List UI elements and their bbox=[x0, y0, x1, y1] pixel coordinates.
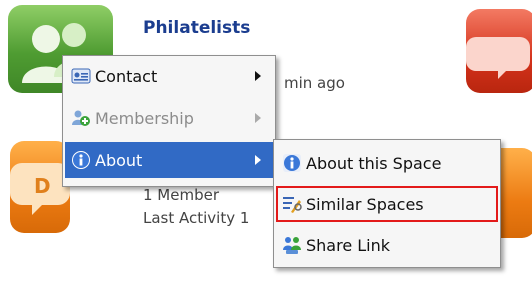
menu-item-about-this-space[interactable]: About this Space bbox=[276, 145, 498, 181]
space-icon-right-top[interactable] bbox=[466, 9, 532, 93]
menu-item-about[interactable]: About bbox=[65, 142, 273, 178]
space-context-menu: Contact Membership About bbox=[62, 55, 276, 187]
menu-item-similar-spaces[interactable]: Similar Spaces bbox=[276, 186, 498, 222]
bubble-letter-icon: D bbox=[34, 174, 51, 198]
last-activity-text: Last Activity 1 bbox=[143, 209, 250, 227]
info-icon bbox=[282, 153, 302, 173]
contact-card-icon bbox=[71, 66, 91, 86]
similar-spaces-icon bbox=[282, 194, 302, 214]
space-title-philatelists[interactable]: Philatelists bbox=[143, 18, 250, 38]
menu-item-label: About bbox=[95, 150, 143, 170]
last-activity-text: min ago bbox=[284, 74, 345, 92]
menu-item-contact[interactable]: Contact bbox=[65, 58, 273, 94]
submenu-arrow-icon bbox=[255, 155, 261, 165]
submenu-arrow-icon bbox=[255, 113, 261, 123]
menu-item-label: Similar Spaces bbox=[306, 194, 424, 214]
member-count-text: 1 Member bbox=[143, 186, 220, 204]
menu-item-share-link[interactable]: Share Link bbox=[276, 227, 498, 263]
submenu-arrow-icon bbox=[255, 71, 261, 81]
menu-item-label: Contact bbox=[95, 66, 158, 86]
menu-item-membership[interactable]: Membership bbox=[65, 100, 273, 136]
space-icon-second[interactable]: D bbox=[10, 141, 70, 233]
menu-item-label: Membership bbox=[95, 108, 194, 128]
menu-item-label: Share Link bbox=[306, 235, 391, 255]
about-submenu: About this Space Similar Spaces Share Li… bbox=[273, 139, 501, 268]
membership-icon bbox=[71, 108, 91, 128]
info-icon bbox=[71, 150, 91, 170]
speech-bubble-icon bbox=[466, 37, 530, 79]
share-link-icon bbox=[282, 235, 302, 255]
speech-bubble-icon: D bbox=[10, 163, 70, 215]
menu-item-label: About this Space bbox=[306, 153, 442, 173]
